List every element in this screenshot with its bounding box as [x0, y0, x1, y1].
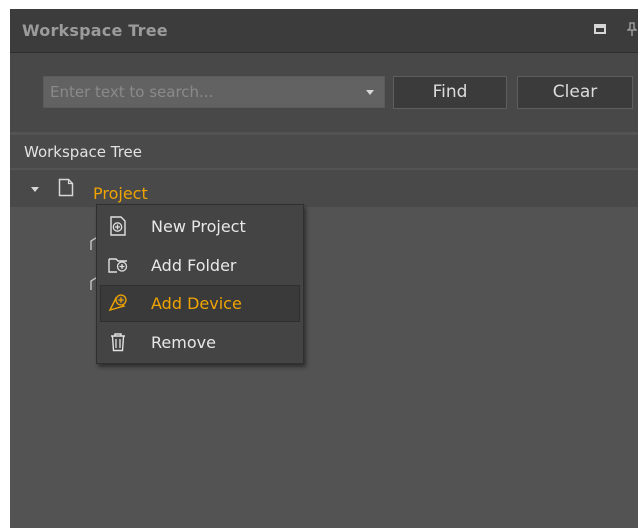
panel-title: Workspace Tree: [22, 21, 168, 40]
menu-item-label: Add Device: [151, 294, 242, 313]
document-icon: [58, 178, 74, 197]
restore-icon[interactable]: [594, 24, 606, 34]
chevron-down-icon[interactable]: [366, 90, 374, 95]
pin-icon[interactable]: [626, 22, 638, 38]
menu-item-add-device[interactable]: Add Device: [100, 285, 300, 322]
menu-item-add-folder[interactable]: Add Folder: [100, 247, 300, 284]
clear-button[interactable]: Clear: [517, 76, 633, 109]
panel-titlebar: Workspace Tree: [10, 9, 638, 53]
menu-item-new-project[interactable]: New Project: [100, 208, 300, 245]
tree-header-label: Workspace Tree: [24, 143, 143, 161]
tree-header: Workspace Tree: [10, 135, 638, 168]
trash-icon: [111, 333, 125, 352]
search-combobox[interactable]: [43, 76, 385, 108]
find-button[interactable]: Find: [393, 76, 507, 109]
menu-item-label: New Project: [151, 217, 246, 236]
context-menu: New Project Add Folder Add Device Remove: [96, 204, 304, 364]
menu-item-label: Add Folder: [151, 256, 237, 275]
tree-node-project[interactable]: Project: [10, 170, 638, 207]
search-toolbar: Find Clear: [10, 53, 638, 132]
add-device-icon: [108, 294, 127, 312]
add-folder-icon: [108, 258, 128, 273]
expand-arrow-icon[interactable]: [31, 187, 39, 192]
project-label: Project: [93, 184, 148, 203]
search-input[interactable]: [44, 77, 354, 107]
new-project-icon: [110, 216, 126, 236]
menu-item-remove[interactable]: Remove: [100, 324, 300, 361]
menu-item-label: Remove: [151, 333, 216, 352]
